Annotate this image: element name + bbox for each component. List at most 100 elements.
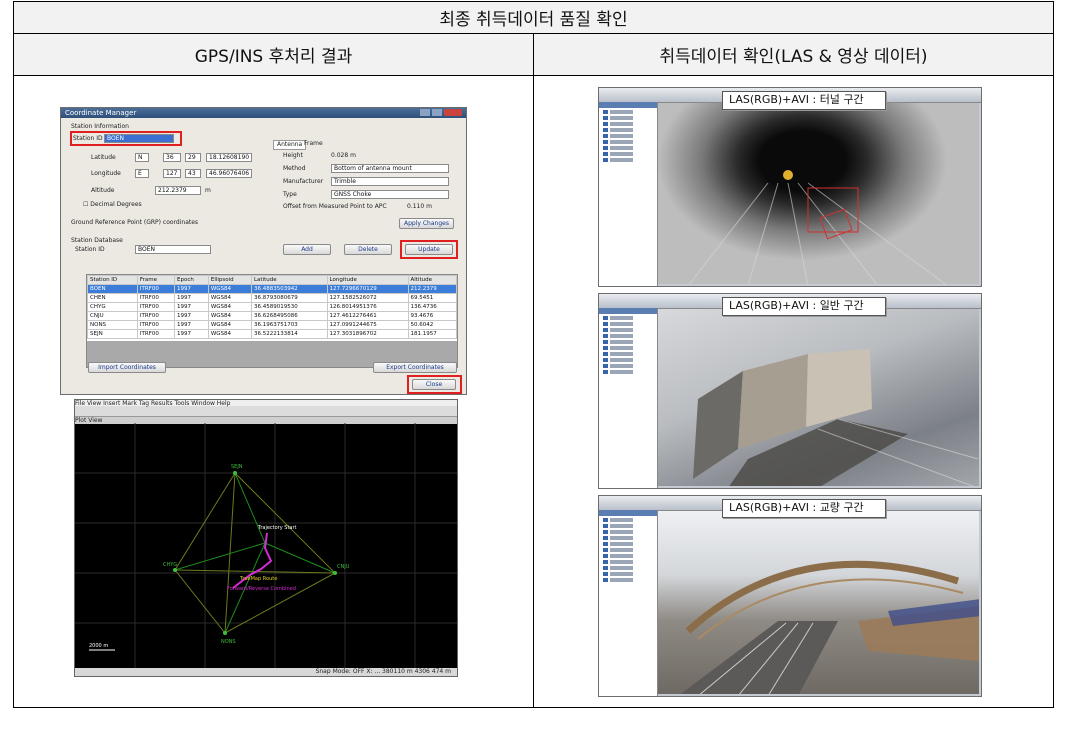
column-header[interactable]: Latitude: [250, 275, 328, 285]
table-row[interactable]: BOEN ITRF00 1997 WGS84 36.4883503942 127.7296…: [87, 284, 458, 294]
longitude-degrees[interactable]: 127: [163, 169, 181, 178]
type-select[interactable]: GNSS Choke: [331, 190, 449, 199]
table-cell: ITRF00: [136, 320, 176, 330]
table-cell: 1997: [174, 302, 209, 312]
table-cell: 181.1957: [407, 329, 458, 339]
table-cell: WGS84: [207, 293, 252, 303]
document: 최종 취득데이터 품질 확인 GPS/INS 후처리 결과 취득데이터 확인(L…: [0, 0, 1082, 735]
table-row[interactable]: CNJU ITRF00 1997 WGS84 36.6268495086 127.4612…: [87, 311, 458, 321]
point-cloud-view[interactable]: [658, 309, 979, 486]
table-cell: CNJU: [87, 311, 138, 321]
latitude-degrees[interactable]: 36: [163, 153, 181, 162]
station-nodes: [173, 471, 337, 635]
altitude-unit: m: [205, 187, 211, 194]
las-layer-panel[interactable]: [599, 308, 658, 488]
table-cell: 69.5451: [407, 293, 458, 303]
las-caption: LAS(RGB)+AVI : 교량 구간: [722, 499, 886, 518]
minimize-icon[interactable]: [420, 109, 430, 116]
station-table-header: Station ID Frame Epoch Ellipsoid Latitud…: [87, 275, 458, 285]
table-cell: 127.4612276461: [326, 311, 409, 321]
maximize-icon[interactable]: [432, 109, 442, 116]
trajectory-start-label: Trajectory Start: [257, 525, 297, 531]
longitude-label: Longitude: [91, 170, 121, 177]
column-divider: [533, 34, 534, 707]
altitude-label: Altitude: [91, 187, 115, 194]
latitude-seconds[interactable]: 18.12608190: [206, 153, 252, 162]
table-cell: 1997: [174, 311, 209, 321]
table-cell: 127.1582526072: [326, 293, 409, 303]
table-row[interactable]: SEJN ITRF00 1997 WGS84 36.5222133814 127.3031…: [87, 329, 458, 339]
gps-toolbar[interactable]: [75, 406, 457, 417]
las-layer-panel[interactable]: [599, 510, 658, 696]
table-cell: CHYG: [87, 302, 138, 312]
manufacturer-label: Manufacturer: [283, 178, 324, 185]
gps-status-bar: Snap Mode: OFF X: ... 380110 m 4306 474 …: [75, 668, 457, 676]
longitude-minutes[interactable]: 43: [185, 169, 201, 178]
table-row[interactable]: NONS ITRF00 1997 WGS84 36.1963751703 127.0991…: [87, 320, 458, 330]
add-button[interactable]: Add: [283, 244, 331, 255]
table-cell: 36.1963751703: [250, 320, 328, 330]
grp-label: Ground Reference Point (GRP) coordinates: [71, 219, 199, 226]
table-cell: 1997: [174, 320, 209, 330]
station-db-id-field[interactable]: BOEN: [135, 245, 211, 254]
method-select[interactable]: Bottom of antenna mount: [331, 164, 449, 173]
node-label: NONS: [221, 639, 236, 645]
table-row[interactable]: CHEN ITRF00 1997 WGS84 36.8793080679 127.1582…: [87, 293, 458, 303]
station-id-highlight: [70, 131, 182, 146]
altitude-field[interactable]: 212.2379: [155, 186, 201, 195]
longitude-seconds[interactable]: 46.96076406: [206, 169, 252, 178]
import-coordinates-button[interactable]: Import Coordinates: [88, 362, 166, 373]
route-label: TrueMap Route: [239, 576, 277, 582]
point-cloud-view[interactable]: [658, 511, 979, 694]
station-labels: SEJN CNJU NONS CHYG: [163, 464, 350, 645]
latitude-minutes[interactable]: 29: [185, 153, 201, 162]
column-header[interactable]: Ellipsoid: [207, 275, 252, 285]
image-frame: [819, 208, 853, 240]
height-value: 0.028 m: [331, 152, 356, 159]
table-cell: WGS84: [207, 329, 252, 339]
column-header[interactable]: Frame: [136, 275, 176, 285]
column-header[interactable]: Longitude: [326, 275, 409, 285]
table-cell: 36.8793080679: [250, 293, 328, 303]
table-cell: 36.5222133814: [250, 329, 328, 339]
table-cell: ITRF00: [136, 311, 176, 321]
column-header[interactable]: Epoch: [174, 275, 209, 285]
column-header[interactable]: Altitude: [407, 275, 458, 285]
table-row[interactable]: CHYG ITRF00 1997 WGS84 36.4589019530 126.8014…: [87, 302, 458, 312]
tunnel-light: [783, 170, 793, 180]
point-cloud-view[interactable]: [658, 103, 979, 284]
table-cell: ITRF00: [136, 293, 176, 303]
table-cell: NONS: [87, 320, 138, 330]
las-caption: LAS(RGB)+AVI : 일반 구간: [722, 297, 886, 316]
height-label: Height: [283, 152, 303, 159]
table-cell: 127.0991244675: [326, 320, 409, 330]
node-label: SEJN: [231, 464, 243, 470]
table-cell: WGS84: [207, 302, 252, 312]
manufacturer-select[interactable]: Trimble: [331, 177, 449, 186]
station-db-id-label: Station ID: [75, 246, 105, 253]
table-cell: 212.2379: [407, 284, 458, 294]
table-cell: BOEN: [87, 284, 138, 294]
longitude-hemisphere[interactable]: E: [135, 169, 149, 178]
latitude-label: Latitude: [91, 154, 116, 161]
tab-frame[interactable]: Frame: [304, 140, 323, 148]
close-highlight: [407, 375, 462, 394]
delete-button[interactable]: Delete: [344, 244, 392, 255]
decimal-degrees-checkbox[interactable]: ☐ Decimal Degrees: [83, 201, 142, 209]
las-view-general: LAS(RGB)+AVI : 일반 구간: [598, 293, 982, 489]
tunnel-render: [688, 170, 947, 284]
las-layer-panel[interactable]: [599, 102, 658, 286]
baseline-links: [174, 472, 336, 634]
table-cell: 36.4883503942: [250, 284, 328, 294]
tab-antenna[interactable]: Antenna: [273, 140, 307, 150]
column-header[interactable]: Station ID: [87, 275, 138, 285]
close-icon[interactable]: [444, 109, 462, 116]
gps-plot-canvas[interactable]: SEJN CNJU NONS CHYG Trajectory Start Tru…: [75, 423, 458, 670]
table-cell: WGS84: [207, 284, 252, 294]
latitude-hemisphere[interactable]: N: [135, 153, 149, 162]
right-column-header: 취득데이터 확인(LAS & 영상 데이터): [659, 47, 928, 67]
bridge-render: [680, 560, 979, 694]
apply-changes-button[interactable]: Apply Changes: [399, 218, 454, 229]
export-coordinates-button[interactable]: Export Coordinates: [373, 362, 457, 373]
decimal-degrees-label: Decimal Degrees: [90, 201, 142, 208]
